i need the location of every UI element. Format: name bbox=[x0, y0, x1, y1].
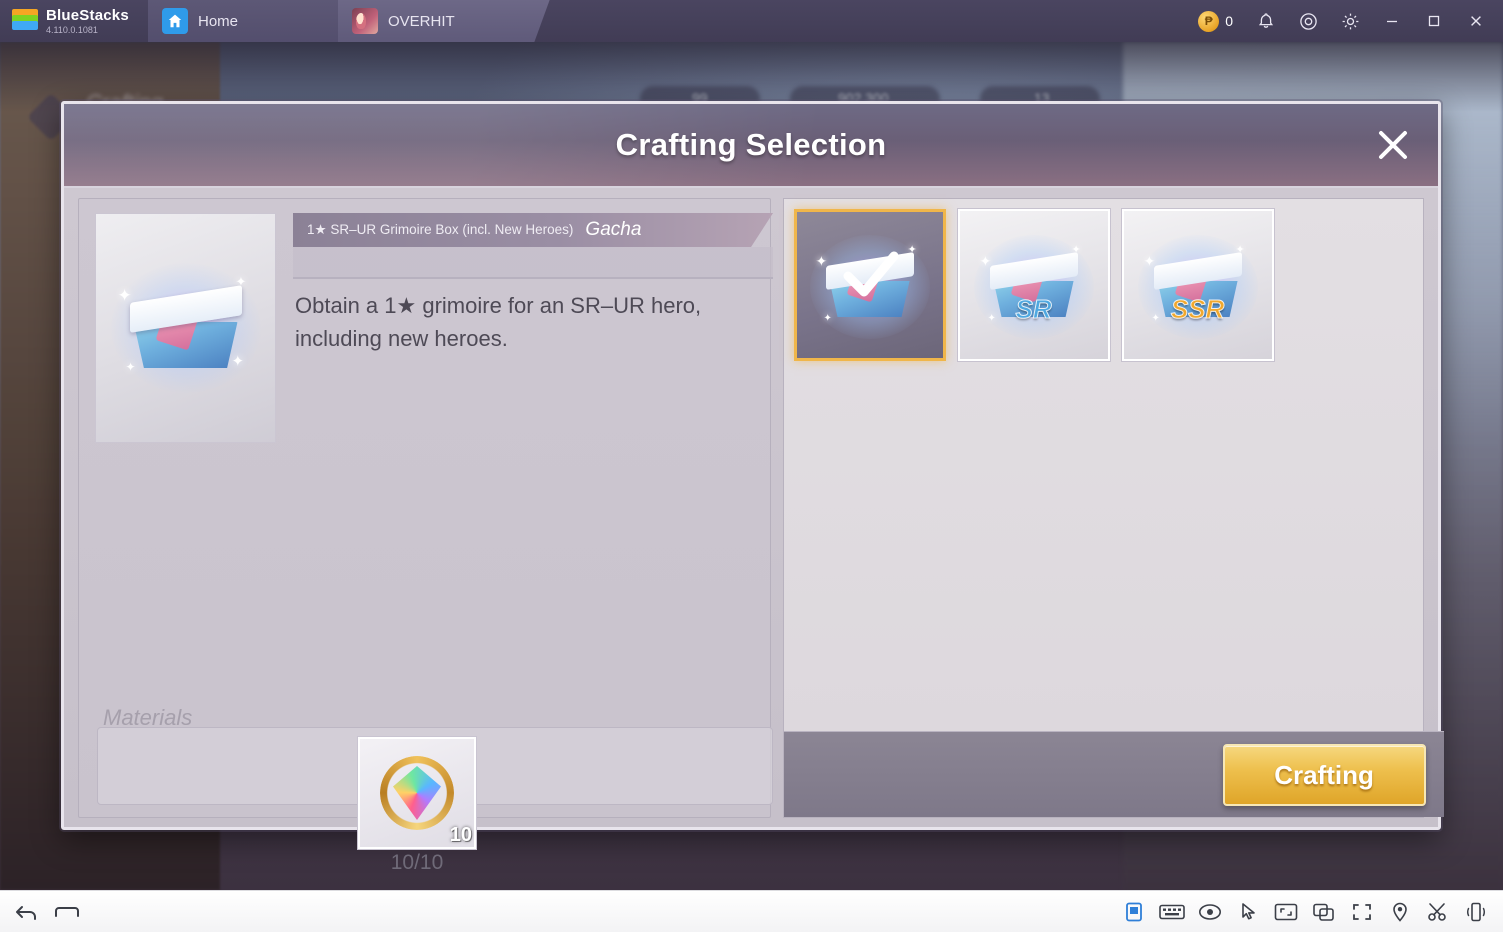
selected-check-icon bbox=[834, 240, 906, 312]
dialog-body: ✦ ✦ ✦ ✦ 1★ SR–UR Grimoire Box (incl. New… bbox=[64, 188, 1444, 874]
choice-panel: ✦ ✦ ✦ ✦ ✦ ✦ SR ✦ ✦ ✦ SSR Crafting bbox=[782, 198, 1444, 818]
copy-icon[interactable] bbox=[1311, 899, 1337, 925]
rank-label-sr: SR bbox=[1015, 293, 1052, 324]
item-name: 1★ SR–UR Grimoire Box (incl. New Heroes) bbox=[307, 222, 574, 237]
close-icon[interactable] bbox=[1372, 124, 1414, 166]
shake-icon[interactable] bbox=[1463, 899, 1489, 925]
eye-icon[interactable] bbox=[1197, 899, 1223, 925]
choice-grimoire-box-sr[interactable]: ✦ ✦ ✦ SR bbox=[957, 209, 1110, 361]
item-preview: ✦ ✦ ✦ ✦ bbox=[95, 213, 276, 443]
tab-home[interactable]: Home bbox=[148, 0, 360, 42]
item-banner-underlay bbox=[293, 247, 773, 279]
coin-value: 0 bbox=[1225, 13, 1233, 29]
crafting-button[interactable]: Crafting bbox=[1222, 744, 1426, 806]
screen-fit-icon[interactable] bbox=[1273, 899, 1299, 925]
page-title: Crafting Selection bbox=[615, 127, 887, 162]
material-slot[interactable]: 10 bbox=[358, 737, 476, 849]
choice-grimoire-box-ssr[interactable]: ✦ ✦ ✦ SSR bbox=[1121, 209, 1274, 361]
location-icon[interactable] bbox=[1387, 899, 1413, 925]
dialog-header: Crafting Selection bbox=[64, 104, 1438, 188]
minimize-button[interactable] bbox=[1373, 0, 1411, 42]
fullscreen-icon[interactable] bbox=[1349, 899, 1375, 925]
points-indicator[interactable]: ₱ 0 bbox=[1188, 10, 1243, 32]
settings-icon[interactable] bbox=[1331, 0, 1369, 42]
close-button[interactable] bbox=[1457, 0, 1495, 42]
emulator-bottom-bar bbox=[0, 890, 1503, 932]
crafting-selection-dialog: Crafting Selection ✦ ✦ ✦ ✦ 1★ SR–UR Grim… bbox=[61, 101, 1444, 874]
tab-overhit[interactable]: OVERHIT bbox=[338, 0, 550, 42]
multi-instance-icon[interactable] bbox=[1121, 899, 1147, 925]
choice-list: ✦ ✦ ✦ ✦ ✦ ✦ SR ✦ ✦ ✦ SSR bbox=[784, 199, 1423, 361]
keyboard-controls-icon[interactable] bbox=[1159, 899, 1185, 925]
screenshot-icon[interactable] bbox=[1289, 0, 1327, 42]
grimoire-box-icon: ✦ ✦ ✦ ✦ bbox=[110, 263, 261, 393]
item-description: Obtain a 1★ grimoire for an SR–UR hero, … bbox=[295, 293, 702, 352]
tab-overhit-label: OVERHIT bbox=[388, 12, 455, 30]
item-name-banner: 1★ SR–UR Grimoire Box (incl. New Heroes)… bbox=[293, 213, 773, 247]
version-label: 4.110.0.1081 bbox=[46, 24, 98, 35]
tab-home-label: Home bbox=[198, 12, 239, 30]
maximize-button[interactable] bbox=[1415, 0, 1453, 42]
material-count: 10 bbox=[449, 824, 472, 846]
pointer-icon[interactable] bbox=[1235, 899, 1261, 925]
brand-name: BlueStacks bbox=[46, 6, 129, 24]
back-icon[interactable] bbox=[14, 899, 40, 925]
bluestacks-logo: BlueStacks 4.110.0.1081 bbox=[0, 0, 148, 42]
scissors-icon[interactable] bbox=[1425, 899, 1451, 925]
choice-grimoire-box-normal[interactable]: ✦ ✦ ✦ bbox=[793, 209, 946, 361]
rainbow-gem-icon bbox=[380, 756, 454, 830]
bluestacks-logo-icon bbox=[12, 8, 38, 34]
item-category-tag: Gacha bbox=[585, 219, 642, 240]
notifications-icon[interactable] bbox=[1247, 0, 1285, 42]
coin-icon: ₱ bbox=[1198, 10, 1220, 32]
item-detail-panel: ✦ ✦ ✦ ✦ 1★ SR–UR Grimoire Box (incl. New… bbox=[78, 198, 773, 874]
material-total: 10/10 bbox=[390, 851, 444, 874]
game-icon bbox=[352, 8, 378, 34]
rank-label-ssr: SSR bbox=[1170, 293, 1225, 324]
game-viewport: Crafting 99 902,300 13 Crafting Selectio… bbox=[0, 42, 1503, 890]
choice-footer: Crafting bbox=[783, 731, 1444, 817]
emulator-title-bar: BlueStacks 4.110.0.1081 Home OVERHIT ₱ 0 bbox=[0, 0, 1503, 42]
home-icon[interactable] bbox=[54, 899, 80, 925]
home-icon bbox=[162, 8, 188, 34]
